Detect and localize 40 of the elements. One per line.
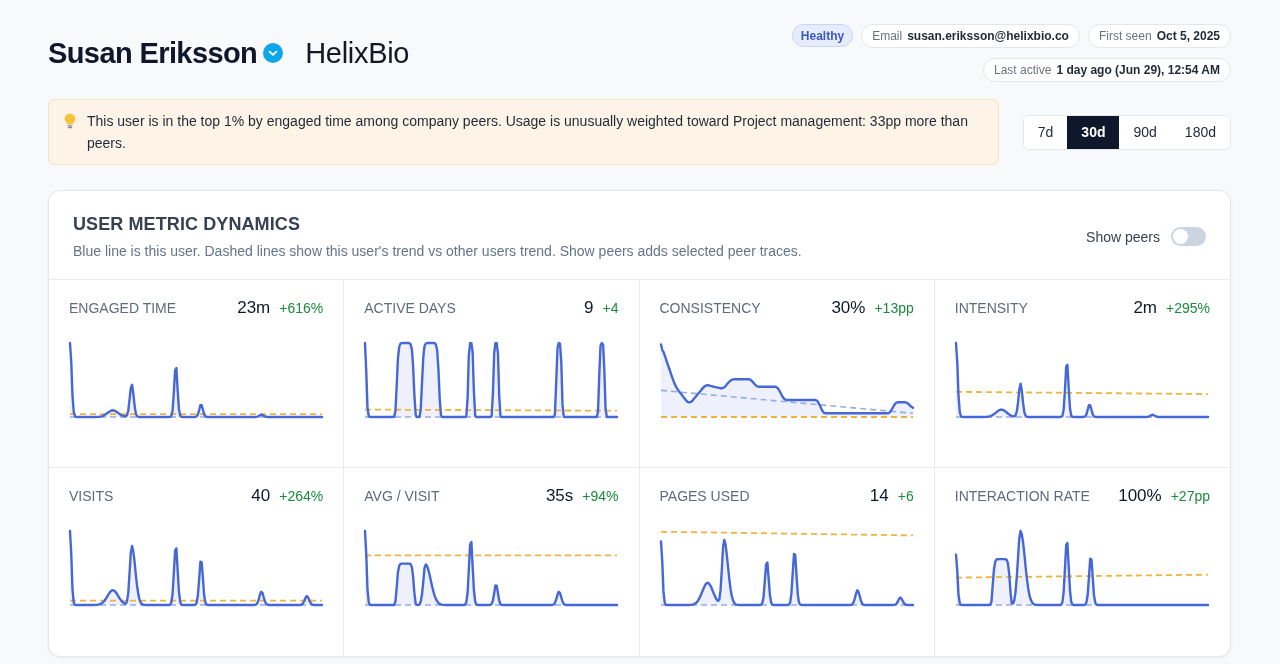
user-name: Susan Eriksson <box>48 36 258 70</box>
metric-label: VISITS <box>69 487 114 505</box>
metric-value: 30% <box>831 298 866 318</box>
metric-label: ENGAGED TIME <box>69 299 177 317</box>
metric-value: 100% <box>1118 486 1162 506</box>
company-name: HelixBio <box>305 36 410 70</box>
metric-label: ACTIVE DAYS <box>364 299 456 317</box>
chip-value: susan.eriksson@helixbio.co <box>907 29 1069 43</box>
metric-delta: +13pp <box>874 300 914 316</box>
chip-label: Email <box>872 29 903 43</box>
status-badge: Healthy <box>791 24 854 47</box>
chip-label: First seen <box>1098 29 1152 43</box>
metric-label: INTERACTION RATE <box>954 487 1090 505</box>
metric-delta: +4 <box>602 300 619 316</box>
panel-title: USER METRIC DYNAMICS <box>73 214 301 235</box>
chip-value: 1 day ago (Jun 29), 12:54 AM <box>1056 63 1220 77</box>
insight-text: This user is in the top 1% by engaged time among company peers. Usage is unusually weighted toward Project management: 33pp more than peers. <box>87 112 969 153</box>
metric-value: 35s <box>545 486 574 506</box>
metric-label: AVG / VISIT <box>364 487 440 505</box>
metric-label: PAGES USED <box>659 487 750 505</box>
metric-delta: +264% <box>279 488 324 504</box>
metric-value: 2m <box>1133 298 1157 318</box>
toggle-label: Show peers <box>1086 228 1160 245</box>
metric-delta: +6 <box>897 488 914 504</box>
metric-label: CONSISTENCY <box>659 299 761 317</box>
metric-value: 9 <box>584 298 594 318</box>
metric-value: 40 <box>251 486 271 506</box>
metric-delta: +27pp <box>1170 488 1210 504</box>
range-tab[interactable]: 30d <box>1067 115 1120 149</box>
metric-label: INTENSITY <box>954 299 1028 317</box>
metric-delta: +295% <box>1166 300 1210 316</box>
light-bulb-icon <box>64 113 76 129</box>
metric-value: 23m <box>237 298 271 318</box>
metric-delta: +94% <box>582 488 619 504</box>
show-peers-toggle[interactable] <box>1171 227 1206 246</box>
chip-value: Oct 5, 2025 <box>1156 29 1220 43</box>
metric-value: 14 <box>869 486 889 506</box>
chip-label: Last active <box>994 63 1052 77</box>
panel-subtitle: Blue line is this user. Dashed lines show this user's trend vs other users trend. Show peers adds selected peer traces. <box>73 243 802 259</box>
metric-delta: +616% <box>279 300 324 316</box>
